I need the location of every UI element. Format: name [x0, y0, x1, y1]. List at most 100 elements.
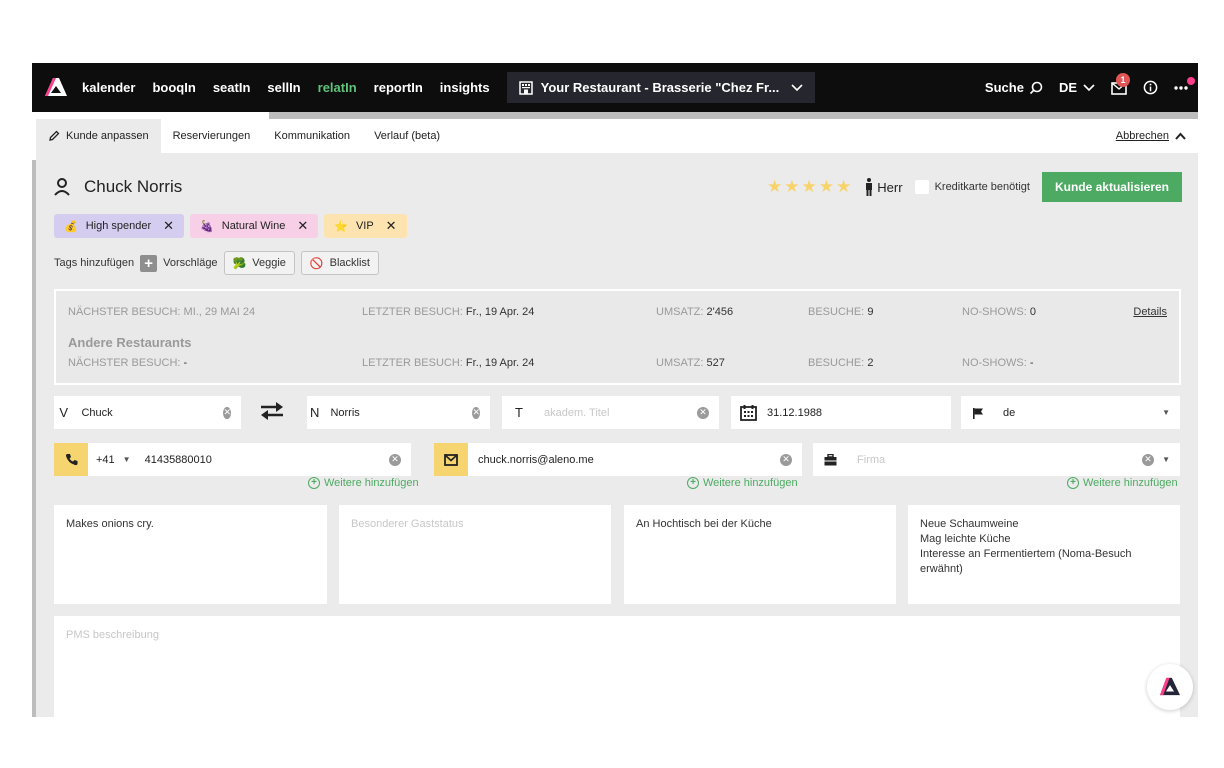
revenue: UMSATZ: 2'456 [656, 306, 733, 318]
stat-value: - [183, 357, 188, 369]
company-input[interactable] [847, 443, 1143, 476]
notification-badge: 1 [1116, 72, 1130, 87]
nav-sellin[interactable]: sellIn [267, 80, 300, 95]
stat-label: BESUCHE: [808, 357, 865, 369]
clear-icon[interactable]: ✕ [472, 406, 480, 419]
chevron-down-icon [1083, 83, 1095, 91]
note-guest-status[interactable]: Besonderer Gaststatus [339, 505, 611, 604]
country-code[interactable]: +41 [96, 454, 115, 466]
star-icon[interactable]: ★ [767, 177, 782, 197]
salutation-selector[interactable]: Herr [865, 178, 903, 196]
star-icon[interactable]: ★ [802, 177, 817, 197]
clear-icon[interactable]: ✕ [1142, 453, 1155, 466]
clear-icon[interactable]: ✕ [389, 453, 401, 466]
title-input[interactable] [536, 396, 697, 429]
restaurant-name: Your Restaurant - Brasserie "Chez Fr... [540, 80, 780, 95]
phone-icon [54, 443, 88, 476]
rating-stars[interactable]: ★ ★ ★ ★ ★ [767, 177, 853, 197]
star-icon: ⭐ [334, 220, 348, 233]
remove-tag-icon[interactable]: ✕ [297, 218, 308, 234]
remove-tag-icon[interactable]: ✕ [386, 218, 397, 234]
tab-verlauf[interactable]: Verlauf (beta) [362, 119, 452, 153]
aleno-logo-icon[interactable] [44, 76, 68, 100]
restaurant-selector[interactable]: Your Restaurant - Brasserie "Chez Fr... [506, 72, 816, 103]
update-customer-button[interactable]: Kunde aktualisieren [1041, 172, 1182, 202]
add-tag-button[interactable]: + [140, 254, 158, 272]
grapes-icon: 🍇 [200, 220, 214, 233]
star-icon[interactable]: ★ [836, 177, 851, 197]
tab-reservierungen[interactable]: Reservierungen [161, 119, 263, 153]
nav-insights[interactable]: insights [440, 80, 490, 95]
pms-description[interactable]: PMS beschreibung [54, 616, 1180, 717]
stat-label: NO-SHOWS: [962, 357, 1027, 369]
customer-header: Chuck Norris ★ ★ ★ ★ ★ Herr Kreditkarte … [54, 171, 1182, 203]
firstname-input[interactable] [73, 396, 224, 429]
tab-kunde-anpassen[interactable]: Kunde anpassen [36, 119, 161, 153]
credit-card-checkbox[interactable] [914, 180, 929, 194]
add-email-button[interactable]: + Weitere hinzufügen [687, 477, 798, 489]
info-button[interactable] [1143, 80, 1158, 95]
lastname-input[interactable] [322, 396, 473, 429]
pencil-icon [48, 130, 60, 142]
money-bag-icon: 💰 [64, 220, 78, 233]
aleno-help-button[interactable] [1147, 664, 1193, 710]
birthday-field [731, 396, 951, 429]
language-selector[interactable]: DE [1059, 80, 1095, 95]
prohibited-icon: 🚫 [309, 257, 324, 270]
caret-down-icon[interactable]: ▼ [123, 455, 131, 464]
messages-button[interactable]: 1 [1111, 72, 1130, 95]
phone-field: +41 ▼ ✕ [54, 443, 411, 476]
lastname-field: N ✕ [307, 396, 490, 429]
stat-value: - [1029, 357, 1034, 369]
add-more-label: Weitere hinzufügen [703, 477, 798, 489]
add-circle-icon: + [1067, 477, 1079, 489]
nav-underbar [269, 112, 1198, 119]
details-link[interactable]: Details [1133, 306, 1167, 318]
clear-icon[interactable]: ✕ [223, 406, 231, 419]
tab-kommunikation[interactable]: Kommunikation [262, 119, 362, 153]
add-phone-button[interactable]: + Weitere hinzufügen [308, 477, 419, 489]
more-menu-button[interactable] [1174, 76, 1195, 90]
note-seating[interactable]: An Hochtisch bei der Küche [624, 505, 896, 604]
other-revenue: UMSATZ: 527 [656, 357, 725, 369]
birthday-input[interactable] [765, 396, 951, 429]
language-field[interactable]: ▼ [961, 396, 1180, 429]
other-next-visit: NÄCHSTER BESUCH: - [68, 357, 187, 369]
caret-down-icon[interactable]: ▼ [1162, 455, 1170, 464]
language-input[interactable] [995, 396, 1163, 429]
calendar-icon[interactable] [731, 396, 765, 429]
aleno-logo-icon [1160, 677, 1180, 696]
stat-value: Fr., 19 Apr. 24 [465, 306, 535, 318]
clear-icon[interactable]: ✕ [780, 453, 792, 466]
nav-relatin[interactable]: relatIn [318, 80, 357, 95]
nav-seatin[interactable]: seatIn [213, 80, 251, 95]
clear-icon[interactable]: ✕ [697, 406, 709, 419]
phone-input[interactable] [138, 443, 389, 476]
star-icon[interactable]: ★ [819, 177, 834, 197]
nav-booqin[interactable]: booqIn [152, 80, 195, 95]
nav-kalender[interactable]: kalender [82, 80, 135, 95]
star-icon[interactable]: ★ [784, 177, 799, 197]
note-general[interactable]: Makes onions cry. [54, 505, 327, 604]
suggest-blacklist-button[interactable]: 🚫 Blacklist [300, 251, 379, 275]
remove-tag-icon[interactable]: ✕ [163, 218, 174, 234]
nav-reportin[interactable]: reportIn [374, 80, 423, 95]
last-visit: LETZTER BESUCH: Fr., 19 Apr. 24 [362, 306, 534, 318]
add-tags-label: Tags hinzufügen [54, 257, 135, 269]
swap-names-icon[interactable] [259, 401, 285, 426]
tag-high-spender: 💰 High spender ✕ [54, 214, 185, 238]
stat-value: MI., 29 MAI 24 [183, 306, 256, 318]
salutation-label: Herr [877, 179, 903, 195]
note-preferences[interactable]: Neue Schaumweine Mag leichte Küche Inter… [908, 505, 1180, 604]
search-button[interactable]: Suche [985, 80, 1043, 95]
add-company-button[interactable]: + Weitere hinzufügen [1067, 477, 1178, 489]
tag-label: Natural Wine [221, 220, 286, 232]
caret-down-icon[interactable]: ▼ [1162, 408, 1170, 417]
suggestion-label: Veggie [252, 257, 286, 269]
man-icon [866, 178, 873, 196]
suggest-veggie-button[interactable]: 🥦 Veggie [223, 251, 295, 275]
cancel-button[interactable]: Abbrechen [1116, 130, 1186, 142]
top-navbar: kalender booqIn seatIn sellIn relatIn re… [32, 63, 1198, 112]
email-input[interactable] [468, 443, 780, 476]
alert-dot [1187, 76, 1195, 85]
